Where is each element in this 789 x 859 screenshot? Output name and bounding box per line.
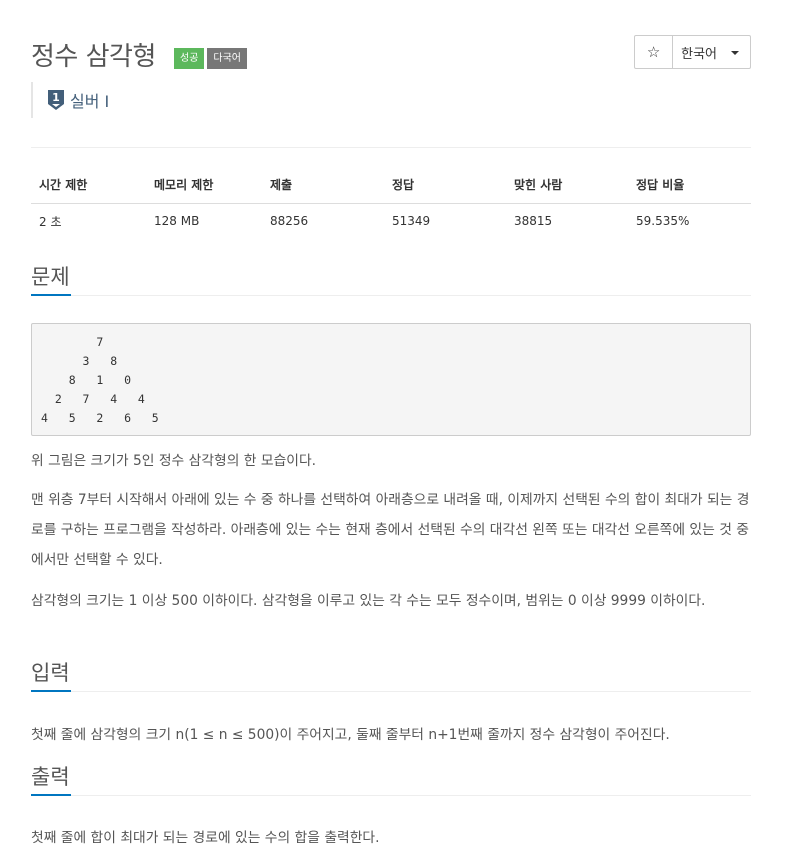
page-title: 정수 삼각형 [31,42,156,72]
section-underline [31,294,71,296]
badge-group: 성공 다국어 [174,48,248,69]
svg-text:1: 1 [52,91,60,104]
divider [31,147,751,148]
time-limit-value: 2 초 [39,214,62,229]
input-section-title: 입력 [31,661,70,685]
caret-down-icon [731,51,739,55]
language-label: 한국어 [681,46,717,62]
tier-label[interactable]: 실버 I [70,88,109,112]
multilang-badge: 다국어 [207,48,248,69]
table-header-row: 시간 제한 메모리 제한 제출 정답 맞힌 사람 정답 비율 [31,166,751,204]
header-time-limit: 시간 제한 [31,166,146,204]
problem-desc-1: 위 그림은 크기가 5인 정수 삼각형의 한 모습이다. [31,453,317,469]
tier-indicator: 1 실버 I [31,82,109,118]
accepted-value: 51349 [392,214,431,229]
section-underline [31,690,71,692]
header-actions: ☆ 한국어 [634,35,751,69]
memory-limit-value: 128 MB [154,214,200,229]
output-section-header: 출력 [31,764,751,796]
language-dropdown[interactable]: 한국어 [673,36,750,68]
input-desc: 첫째 줄에 삼각형의 크기 n(1 ≤ n ≤ 500)이 주어지고, 둘째 줄… [31,727,670,743]
status-badge: 성공 [174,48,205,69]
header-submissions: 제출 [262,166,384,204]
problem-desc-3: 삼각형의 크기는 1 이상 500 이하이다. 삼각형을 이루고 있는 각 수는… [31,593,706,609]
header-accepted: 정답 [384,166,506,204]
table-row: 2 초 128 MB 88256 51349 38815 59.535% [31,203,751,239]
solvers-value: 38815 [514,214,553,229]
input-section-header: 입력 [31,660,751,692]
output-desc: 첫째 줄에 합이 최대가 되는 경로에 있는 수의 합을 출력한다. [31,830,380,846]
section-underline [31,794,71,796]
submissions-value: 88256 [270,214,309,229]
output-section-title: 출력 [31,765,70,789]
header-memory-limit: 메모리 제한 [146,166,262,204]
accept-ratio-value: 59.535% [636,214,690,229]
problem-section-title: 문제 [31,265,70,289]
tier-silver-icon: 1 [48,90,64,110]
problem-section-header: 문제 [31,264,751,296]
star-button[interactable]: ☆ [635,36,674,68]
header-solvers: 맞힌 사람 [506,166,628,204]
triangle-example: 7 3 8 8 1 0 2 7 4 4 4 5 2 6 5 [31,323,751,436]
star-icon: ☆ [646,43,661,61]
problem-info-table: 시간 제한 메모리 제한 제출 정답 맞힌 사람 정답 비율 2 초 128 M… [31,166,751,239]
problem-desc-2: 맨 위층 7부터 시작해서 아래에 있는 수 중 하나를 선택하여 아래층으로 … [31,492,750,568]
header-accept-ratio: 정답 비율 [628,166,751,204]
problem-header: 정수 삼각형 성공 다국어 ☆ 한국어 [31,34,751,74]
